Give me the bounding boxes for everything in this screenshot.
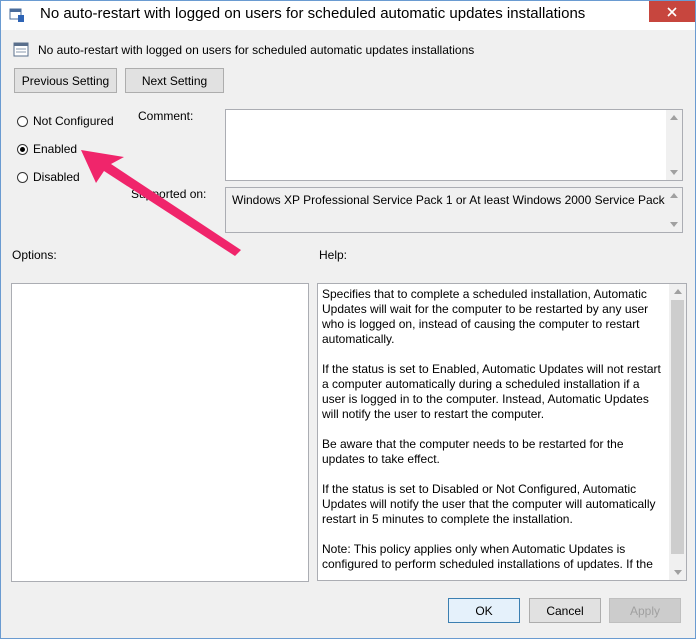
- close-icon: [667, 6, 677, 17]
- apply-button[interactable]: Apply: [609, 598, 681, 623]
- radio-disabled[interactable]: Disabled: [17, 170, 80, 184]
- comment-textarea[interactable]: [225, 109, 683, 181]
- options-panel: [11, 283, 309, 582]
- supported-scrollbar[interactable]: [666, 188, 682, 232]
- radio-label: Not Configured: [33, 114, 114, 128]
- supported-on-field: Windows XP Professional Service Pack 1 o…: [225, 187, 683, 233]
- help-paragraph: Be aware that the computer needs to be r…: [322, 437, 624, 466]
- next-setting-button[interactable]: Next Setting: [125, 68, 224, 93]
- scroll-up-icon[interactable]: [670, 115, 678, 120]
- radio-button[interactable]: [17, 143, 28, 155]
- previous-setting-button[interactable]: Previous Setting: [14, 68, 117, 93]
- comment-scrollbar[interactable]: [666, 110, 682, 180]
- ok-button[interactable]: OK: [448, 598, 520, 623]
- supported-on-value: Windows XP Professional Service Pack 1 o…: [232, 193, 675, 207]
- radio-label: Disabled: [33, 170, 80, 184]
- help-panel: Specifies that to complete a scheduled i…: [317, 283, 687, 581]
- radio-label: Enabled: [33, 142, 78, 156]
- scroll-down-icon[interactable]: [670, 222, 678, 227]
- close-button[interactable]: [649, 1, 695, 22]
- help-label: Help:: [319, 248, 348, 262]
- cancel-button[interactable]: Cancel: [529, 598, 601, 623]
- scroll-up-icon[interactable]: [670, 193, 678, 198]
- comment-label: Comment:: [138, 109, 194, 123]
- group-policy-icon: [9, 8, 24, 22]
- policy-name: No auto-restart with logged on users for…: [38, 43, 475, 57]
- radio-not-configured[interactable]: Not Configured: [17, 114, 114, 128]
- annotation-arrow-shape: [81, 150, 241, 256]
- radio-button[interactable]: [17, 171, 28, 183]
- help-text: Specifies that to complete a scheduled i…: [322, 287, 666, 580]
- scroll-up-icon[interactable]: [674, 289, 682, 294]
- policy-icon: [13, 42, 29, 57]
- options-label: Options:: [12, 248, 57, 262]
- help-paragraph: Specifies that to complete a scheduled i…: [322, 287, 649, 346]
- policy-setting-dialog: No auto-restart with logged on users for…: [0, 0, 696, 639]
- supported-on-label: Supported on:: [131, 187, 207, 201]
- scrollbar-thumb[interactable]: [671, 300, 684, 554]
- help-scrollbar[interactable]: [669, 284, 686, 580]
- help-paragraph: Note: This policy applies only when Auto…: [322, 542, 653, 571]
- window-title: No auto-restart with logged on users for…: [40, 5, 586, 22]
- title-bar[interactable]: No auto-restart with logged on users for…: [1, 1, 695, 30]
- radio-button[interactable]: [17, 115, 28, 127]
- help-paragraph: If the status is set to Disabled or Not …: [322, 482, 656, 526]
- help-paragraph: If the status is set to Enabled, Automat…: [322, 362, 661, 421]
- scroll-down-icon[interactable]: [670, 170, 678, 175]
- scroll-down-icon[interactable]: [674, 570, 682, 575]
- radio-enabled[interactable]: Enabled: [17, 142, 77, 156]
